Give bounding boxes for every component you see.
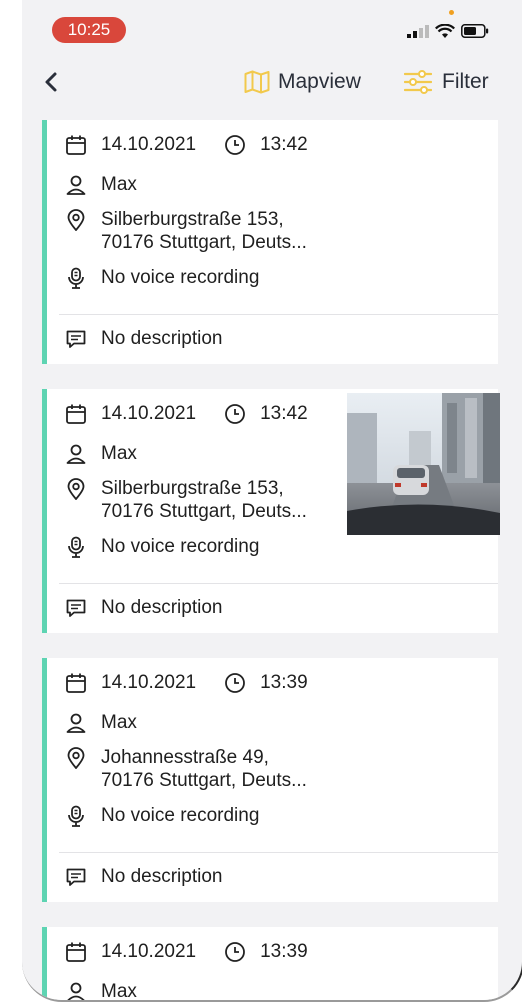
entry-user-row: Max — [65, 443, 137, 465]
entry-user: Max — [101, 174, 137, 195]
entry-voice-status: No voice recording — [101, 267, 260, 288]
filter-sliders-icon — [404, 70, 432, 94]
entry-time: 13:42 — [260, 134, 308, 155]
microphone-icon — [68, 536, 84, 558]
entry-address-row: Silberburgstraße 153, 70176 Stuttgart, D… — [65, 208, 307, 254]
entry-date-time-row: 14.10.2021 13:42 — [65, 403, 308, 425]
entry-time: 13:42 — [260, 403, 308, 424]
entry-user-row: Max — [65, 981, 137, 1002]
entry-user: Max — [101, 712, 137, 733]
comment-icon — [66, 868, 86, 886]
top-navigation: Mapview Filter — [22, 62, 522, 102]
entry-user-row: Max — [65, 712, 137, 734]
entry-date: 14.10.2021 — [101, 672, 197, 693]
entry-date-time-row: 14.10.2021 13:42 — [65, 134, 308, 156]
entry-description-row: No description — [65, 328, 222, 350]
entry-description-row: No description — [65, 597, 222, 619]
wifi-icon — [435, 23, 455, 38]
entry-address-line1: Silberburgstraße 153, — [101, 209, 284, 230]
mapview-label: Mapview — [278, 70, 361, 93]
clock-icon — [225, 942, 245, 962]
comment-icon — [66, 330, 86, 348]
entry-voice-status: No voice recording — [101, 536, 260, 557]
calendar-icon — [66, 404, 86, 424]
entry-address-row: Johannesstraße 49, 70176 Stuttgart, Deut… — [65, 746, 307, 792]
clock-icon — [225, 673, 245, 693]
entry-voice-row: No voice recording — [65, 267, 259, 289]
entry-address-line2: 70176 Stuttgart, Deuts... — [101, 770, 307, 791]
location-pin-icon — [67, 747, 85, 769]
location-pin-icon — [67, 209, 85, 231]
location-pin-icon — [67, 478, 85, 500]
entry-card[interactable]: 14.10.2021 13:39 Max — [42, 927, 498, 1002]
calendar-icon — [66, 135, 86, 155]
entry-time: 13:39 — [260, 672, 308, 693]
entry-description: No description — [101, 866, 223, 887]
entry-card[interactable]: 14.10.2021 13:42 Max Silberburgstraße 15… — [42, 389, 500, 633]
filter-button[interactable]: Filter — [404, 68, 489, 96]
user-icon — [66, 444, 86, 464]
calendar-icon — [66, 942, 86, 962]
divider — [59, 583, 498, 584]
user-icon — [66, 175, 86, 195]
entry-address-line2: 70176 Stuttgart, Deuts... — [101, 501, 307, 522]
entry-date-time-row: 14.10.2021 13:39 — [65, 672, 308, 694]
entry-user-row: Max — [65, 174, 137, 196]
entry-date-time-row: 14.10.2021 13:39 — [65, 941, 308, 963]
system-icons — [407, 22, 489, 40]
battery-icon — [461, 24, 489, 38]
entry-voice-row: No voice recording — [65, 536, 259, 558]
entry-user: Max — [101, 443, 137, 464]
entry-address-row: Silberburgstraße 153, 70176 Stuttgart, D… — [65, 477, 307, 523]
clock-icon — [225, 404, 245, 424]
signal-icon — [407, 25, 429, 38]
microphone-icon — [68, 805, 84, 827]
camera-indicator-icon — [449, 10, 454, 15]
entry-address-line2: 70176 Stuttgart, Deuts... — [101, 232, 307, 253]
phone-screen: 10:25 Mapview Filter 14.10.2021 13:42 Ma… — [22, 0, 522, 1002]
entry-voice-row: No voice recording — [65, 805, 259, 827]
calendar-icon — [66, 673, 86, 693]
entry-card[interactable]: 14.10.2021 13:42 Max Silberburgstraße 15… — [42, 120, 498, 364]
entry-date: 14.10.2021 — [101, 941, 197, 962]
entry-voice-status: No voice recording — [101, 805, 260, 826]
status-time: 10:25 — [52, 17, 126, 43]
clock-icon — [225, 135, 245, 155]
microphone-icon — [68, 267, 84, 289]
entry-address-line1: Silberburgstraße 153, — [101, 478, 284, 499]
entry-address-line1: Johannesstraße 49, — [101, 747, 269, 768]
entry-time: 13:39 — [260, 941, 308, 962]
entry-description-row: No description — [65, 866, 222, 888]
mapview-button[interactable]: Mapview — [244, 68, 361, 96]
status-bar: 10:25 — [22, 0, 522, 50]
entry-date: 14.10.2021 — [101, 134, 197, 155]
back-chevron-icon[interactable] — [40, 70, 64, 94]
street-photo-thumbnail[interactable] — [347, 393, 500, 535]
divider — [59, 314, 498, 315]
user-icon — [66, 713, 86, 733]
comment-icon — [66, 599, 86, 617]
entry-date: 14.10.2021 — [101, 403, 197, 424]
entry-user: Max — [101, 981, 137, 1002]
divider — [59, 852, 498, 853]
user-icon — [67, 982, 85, 1000]
filter-label: Filter — [442, 70, 489, 93]
entry-description: No description — [101, 328, 223, 349]
entry-card[interactable]: 14.10.2021 13:39 Max Johannesstraße 49, … — [42, 658, 498, 902]
entry-description: No description — [101, 597, 223, 618]
map-icon — [244, 70, 270, 94]
